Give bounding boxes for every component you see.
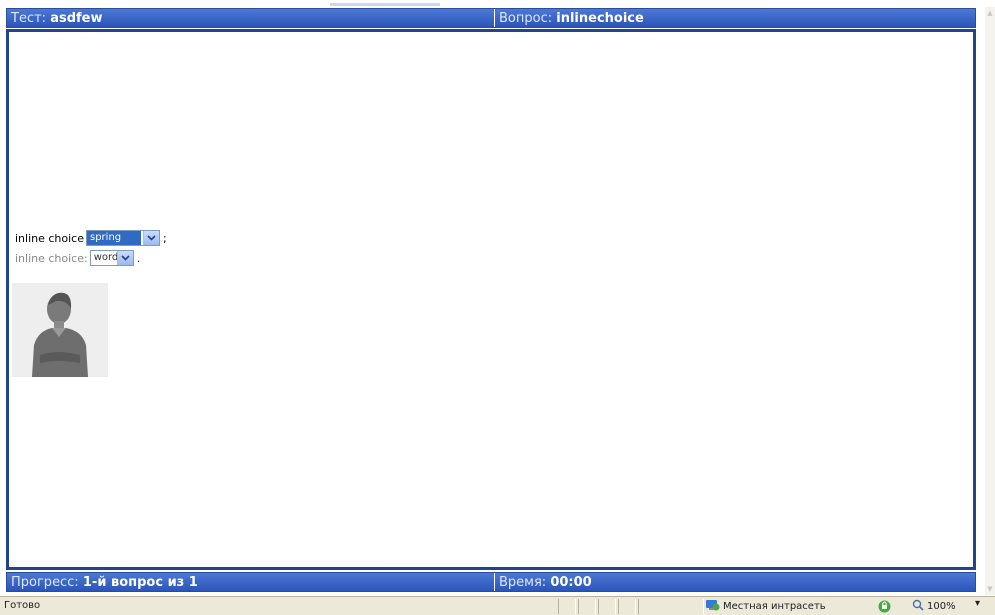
person-photo — [12, 283, 108, 377]
inline-choice-select-1[interactable]: spring — [86, 230, 160, 246]
status-segment — [638, 599, 704, 614]
zoom-dropdown-icon[interactable]: ▾ — [975, 598, 980, 609]
progress-cell: Прогресс: 1-й вопрос из 1 — [7, 573, 495, 591]
scroll-down-icon[interactable]: ▼ — [985, 583, 995, 595]
header-bar: Тест: asdfew Вопрос: inlinechoice — [6, 8, 976, 28]
choice-suffix-2: . — [136, 251, 141, 265]
question-label: Вопрос: — [499, 11, 553, 26]
top-strip — [0, 0, 995, 7]
browser-status-bar: Готово Местная интрасеть 100% ▾ — [0, 596, 995, 615]
test-window: Тест: asdfew Вопрос: inlinechoice inline… — [0, 0, 995, 615]
test-label: Тест: — [11, 11, 47, 26]
time-label: Время: — [499, 575, 547, 590]
zoom-level: 100% — [927, 601, 956, 612]
progress-value: 1-й вопрос из 1 — [82, 575, 198, 590]
chevron-down-icon[interactable] — [143, 231, 159, 245]
magnifier-icon — [912, 599, 924, 614]
security-zone-label: Местная интрасеть — [723, 601, 826, 612]
status-segment — [578, 599, 596, 614]
top-strip-accent — [330, 3, 440, 6]
inline-choice-value-1: spring — [87, 231, 141, 245]
question-body: inline choice spring ; inline choice: wo… — [15, 228, 167, 268]
globe-icon — [706, 599, 720, 614]
status-segment — [598, 599, 616, 614]
choice-suffix-1: ; — [163, 231, 167, 245]
inline-choice-value-2: word — [93, 252, 119, 263]
vertical-scrollbar[interactable]: ▲ ▼ — [985, 7, 995, 595]
test-name: asdfew — [50, 11, 103, 26]
progress-label: Прогресс: — [11, 575, 79, 590]
choice-row-2: inline choice: word . — [15, 248, 167, 268]
choice-prompt-1: inline choice — [15, 231, 84, 245]
inline-choice-select-2[interactable]: word — [89, 250, 134, 266]
test-name-cell: Тест: asdfew — [7, 9, 495, 27]
choice-row-1: inline choice spring ; — [15, 228, 167, 248]
security-zone[interactable]: Местная интрасеть — [706, 599, 826, 614]
scroll-up-icon[interactable]: ▲ — [985, 7, 995, 19]
status-text: Готово — [4, 600, 41, 611]
question-content-area: inline choice spring ; inline choice: wo… — [6, 29, 976, 570]
question-name: inlinechoice — [556, 11, 644, 26]
secure-icon[interactable] — [878, 600, 891, 615]
status-segment — [558, 599, 576, 614]
time-value: 00:00 — [550, 575, 592, 590]
status-segment — [618, 599, 636, 614]
question-name-cell: Вопрос: inlinechoice — [495, 9, 975, 27]
choice-prompt-2: inline choice: — [15, 251, 88, 265]
zoom-control[interactable]: 100% — [912, 599, 956, 614]
chevron-down-icon[interactable] — [116, 251, 133, 265]
time-cell: Время: 00:00 — [495, 573, 975, 591]
footer-bar: Прогресс: 1-й вопрос из 1 Время: 00:00 — [6, 572, 976, 592]
